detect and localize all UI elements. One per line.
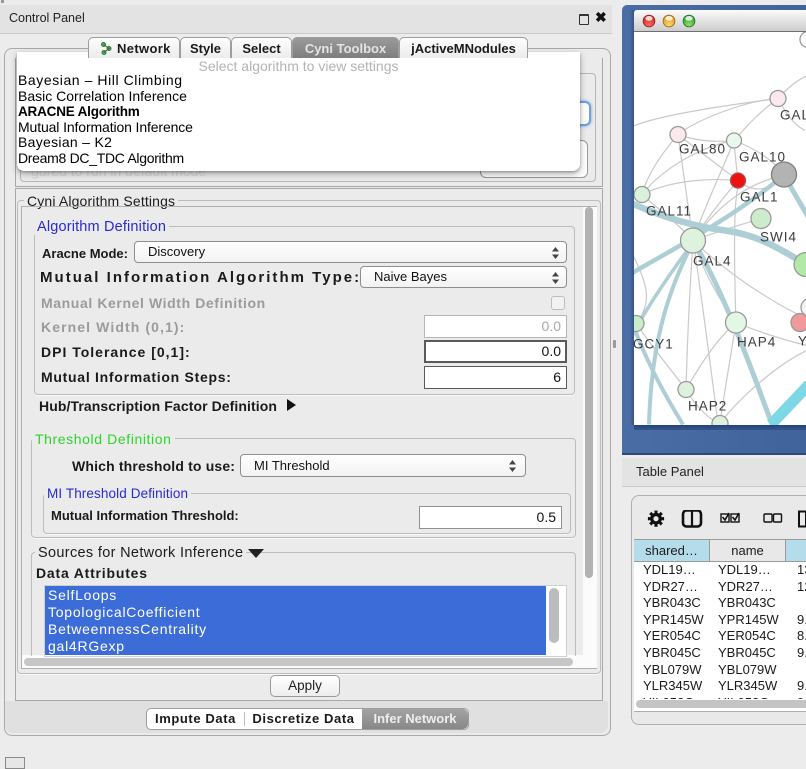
svg-text:GAL1: GAL1 (740, 189, 779, 204)
svg-text:GAL4: GAL4 (693, 253, 732, 268)
svg-text:HAP4: HAP4 (737, 334, 776, 349)
svg-text:SWI4: SWI4 (760, 229, 797, 244)
svg-text:GAL10: GAL10 (739, 149, 786, 164)
svg-text:GAL80: GAL80 (679, 141, 726, 156)
svg-text:GAL11: GAL11 (646, 203, 692, 218)
svg-text:GCY1: GCY1 (634, 336, 674, 351)
svg-text:GAL7: GAL7 (780, 107, 806, 122)
svg-text:Y: Y (798, 333, 806, 348)
svg-text:HAP2: HAP2 (688, 398, 727, 413)
